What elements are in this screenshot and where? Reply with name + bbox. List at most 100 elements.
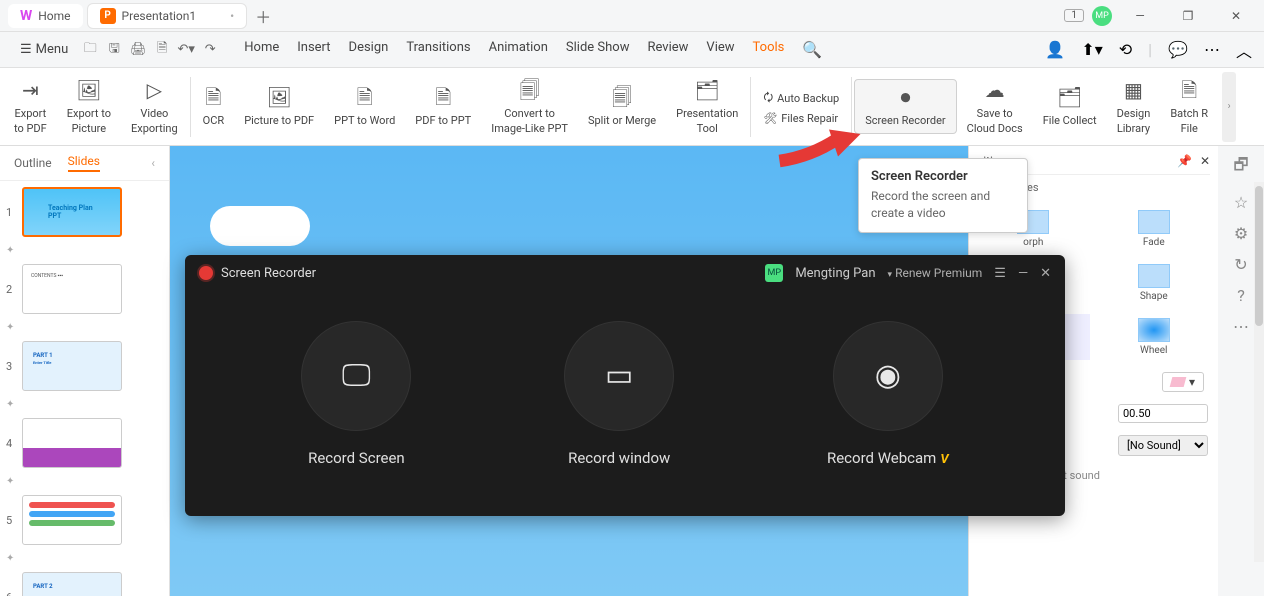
renew-premium-link[interactable]: ▾ Renew Premium [888,266,983,280]
open-icon[interactable]: 🗀 [80,39,100,61]
sr-close-button[interactable]: ✕ [1040,266,1051,281]
record-window-option[interactable]: ▭ Record window [564,321,674,467]
batch-rename[interactable]: 🗎Batch R File [1160,73,1218,140]
maximize-button[interactable]: ❐ [1168,0,1208,32]
slide-thumb-4[interactable] [22,418,122,468]
split-icon: 🗐 [612,84,632,110]
sidebar-sliders-icon[interactable]: ⚙ [1234,224,1248,243]
collapse-ribbon-icon[interactable]: ︿ [1236,38,1252,62]
design-library[interactable]: ▦Design Library [1107,73,1161,140]
auto-backup[interactable]: 🗘 Auto Backup [763,89,839,108]
restore-badge[interactable]: 1 [1064,9,1084,22]
save-to-cloud[interactable]: ☁Save to Cloud Docs [957,73,1033,140]
new-tab-button[interactable]: ＋ [255,4,271,28]
cloud-icon: ☁ [985,77,1005,103]
record-screen-option[interactable]: 🖵 Record Screen [301,321,411,467]
undo-icon[interactable]: ↶▾ [176,42,196,57]
menu-tab-insert[interactable]: Insert [297,40,330,59]
menu-tab-slideshow[interactable]: Slide Show [566,40,630,59]
sidebar-layers-icon[interactable]: 🗗 [1233,154,1248,181]
slide-thumb-2[interactable]: CONTENTS ▪▪▪ [22,264,122,314]
ppt-to-word[interactable]: 🗎PPT to Word [324,80,405,132]
pin-icon[interactable]: 📌 [1177,154,1192,168]
export-to-pdf[interactable]: ⇥Export to PDF [4,73,57,140]
comment-icon[interactable]: 💬 [1168,40,1188,59]
premium-v-icon: V [940,452,948,467]
slide-row[interactable]: 6PART 2 [6,572,163,596]
menu-tab-tools[interactable]: Tools [753,40,785,59]
transition-wheel[interactable]: Wheel [1098,314,1211,360]
user-avatar[interactable]: MP [1092,6,1112,26]
tab-document[interactable]: P Presentation1 • [87,3,248,29]
export-to-picture[interactable]: 🖼Export to Picture [57,73,121,140]
slide-row[interactable]: 3PART 1Enter Title [6,341,163,391]
sidebar-star-icon[interactable]: ☆ [1234,193,1248,212]
sr-minimize-button[interactable]: — [1018,266,1028,281]
minimize-button[interactable]: — [1120,0,1160,32]
sound-select[interactable]: [No Sound] [1118,435,1208,456]
sr-user-avatar[interactable]: MP [765,264,783,282]
ocr[interactable]: 🗎OCR [193,80,235,132]
menu-tab-animation[interactable]: Animation [489,40,548,59]
record-window-label: Record window [568,449,670,467]
convert-icon: 🗐 [520,77,540,103]
presentation-tool[interactable]: 🗂Presentation Tool [666,73,748,140]
transition-shape[interactable]: Shape [1098,260,1211,306]
share-icon[interactable]: ⬆▾ [1081,40,1102,59]
slide-row[interactable]: 5 [6,495,163,545]
slide-thumb-3[interactable]: PART 1Enter Title [22,341,122,391]
sidebar-help-icon[interactable]: ? [1237,286,1245,305]
sidebar-history-icon[interactable]: ↻ [1234,255,1247,274]
ribbon-scroll-right[interactable]: › [1222,72,1236,142]
search-icon[interactable]: 🔍 [802,40,822,59]
tab-outline[interactable]: Outline [14,156,52,170]
screen-recorder[interactable]: ⏺Screen Recorder [854,79,956,133]
video-exporting[interactable]: ▷Video Exporting [121,73,188,140]
screen-recorder-dialog: Screen Recorder MP Mengting Pan ▾ Renew … [185,255,1065,516]
recorder-icon: ⏺ [900,84,910,110]
files-repair[interactable]: 🛠 Files Repair [763,112,839,125]
user-icon[interactable]: 👤 [1045,40,1065,59]
menu-tab-home[interactable]: Home [244,40,279,59]
menu-button[interactable]: ☰ Menu [12,38,76,61]
sidebar-more-icon[interactable]: ⋯ [1233,317,1249,336]
slide-row[interactable]: 1 [6,187,163,237]
slide-thumb-1[interactable] [22,187,122,237]
slide-panel-chevron-icon[interactable]: ‹ [151,156,155,170]
settings-icon[interactable]: ⟲ [1119,40,1132,59]
menu-tab-transitions[interactable]: Transitions [406,40,470,59]
tab-home[interactable]: W Home [8,4,83,28]
close-panel-icon[interactable]: ✕ [1200,154,1210,168]
speed-input[interactable] [1118,404,1208,423]
record-webcam-option[interactable]: ◉ Record WebcamV [827,321,949,467]
pdf-to-ppt[interactable]: 🗎PDF to PPT [405,80,481,132]
convert-image-ppt[interactable]: 🗐Convert to Image-Like PPT [481,73,578,140]
save-icon[interactable]: 🖫 [104,39,124,61]
redo-icon[interactable]: ↷ [200,42,220,57]
effect-options-dropdown[interactable]: ▾ [1162,372,1204,392]
split-or-merge[interactable]: 🗐Split or Merge [578,80,666,132]
sr-menu-icon[interactable]: ☰ [994,266,1006,281]
menu-tab-view[interactable]: View [706,40,734,59]
more-icon[interactable]: ⋯ [1204,40,1220,59]
sr-titlebar[interactable]: Screen Recorder MP Mengting Pan ▾ Renew … [185,255,1065,291]
transition-fade[interactable]: Fade [1098,206,1211,252]
tab-document-label: Presentation1 [122,9,197,23]
record-screen-label: Record Screen [308,449,405,467]
slide-row[interactable]: 4 [6,418,163,468]
tab-slides[interactable]: Slides [68,154,100,172]
slide-row[interactable]: 2CONTENTS ▪▪▪ [6,264,163,314]
tooltip-title: Screen Recorder [871,169,1015,184]
tab-modified-dot: • [230,9,234,23]
file-collect[interactable]: 🗂File Collect [1033,80,1107,132]
parallelogram-icon [1170,377,1187,387]
slide-thumb-6[interactable]: PART 2 [22,572,122,596]
close-button[interactable]: ✕ [1216,0,1256,32]
screen-recorder-tooltip: Screen Recorder Record the screen and cr… [858,158,1028,233]
print-icon[interactable]: 🖨 [128,42,148,57]
menu-tab-design[interactable]: Design [349,40,389,59]
menu-tab-review[interactable]: Review [647,40,688,59]
slide-thumb-5[interactable] [22,495,122,545]
preview-icon[interactable]: 🗎 [152,39,172,61]
picture-to-pdf[interactable]: 🖼Picture to PDF [234,80,324,132]
